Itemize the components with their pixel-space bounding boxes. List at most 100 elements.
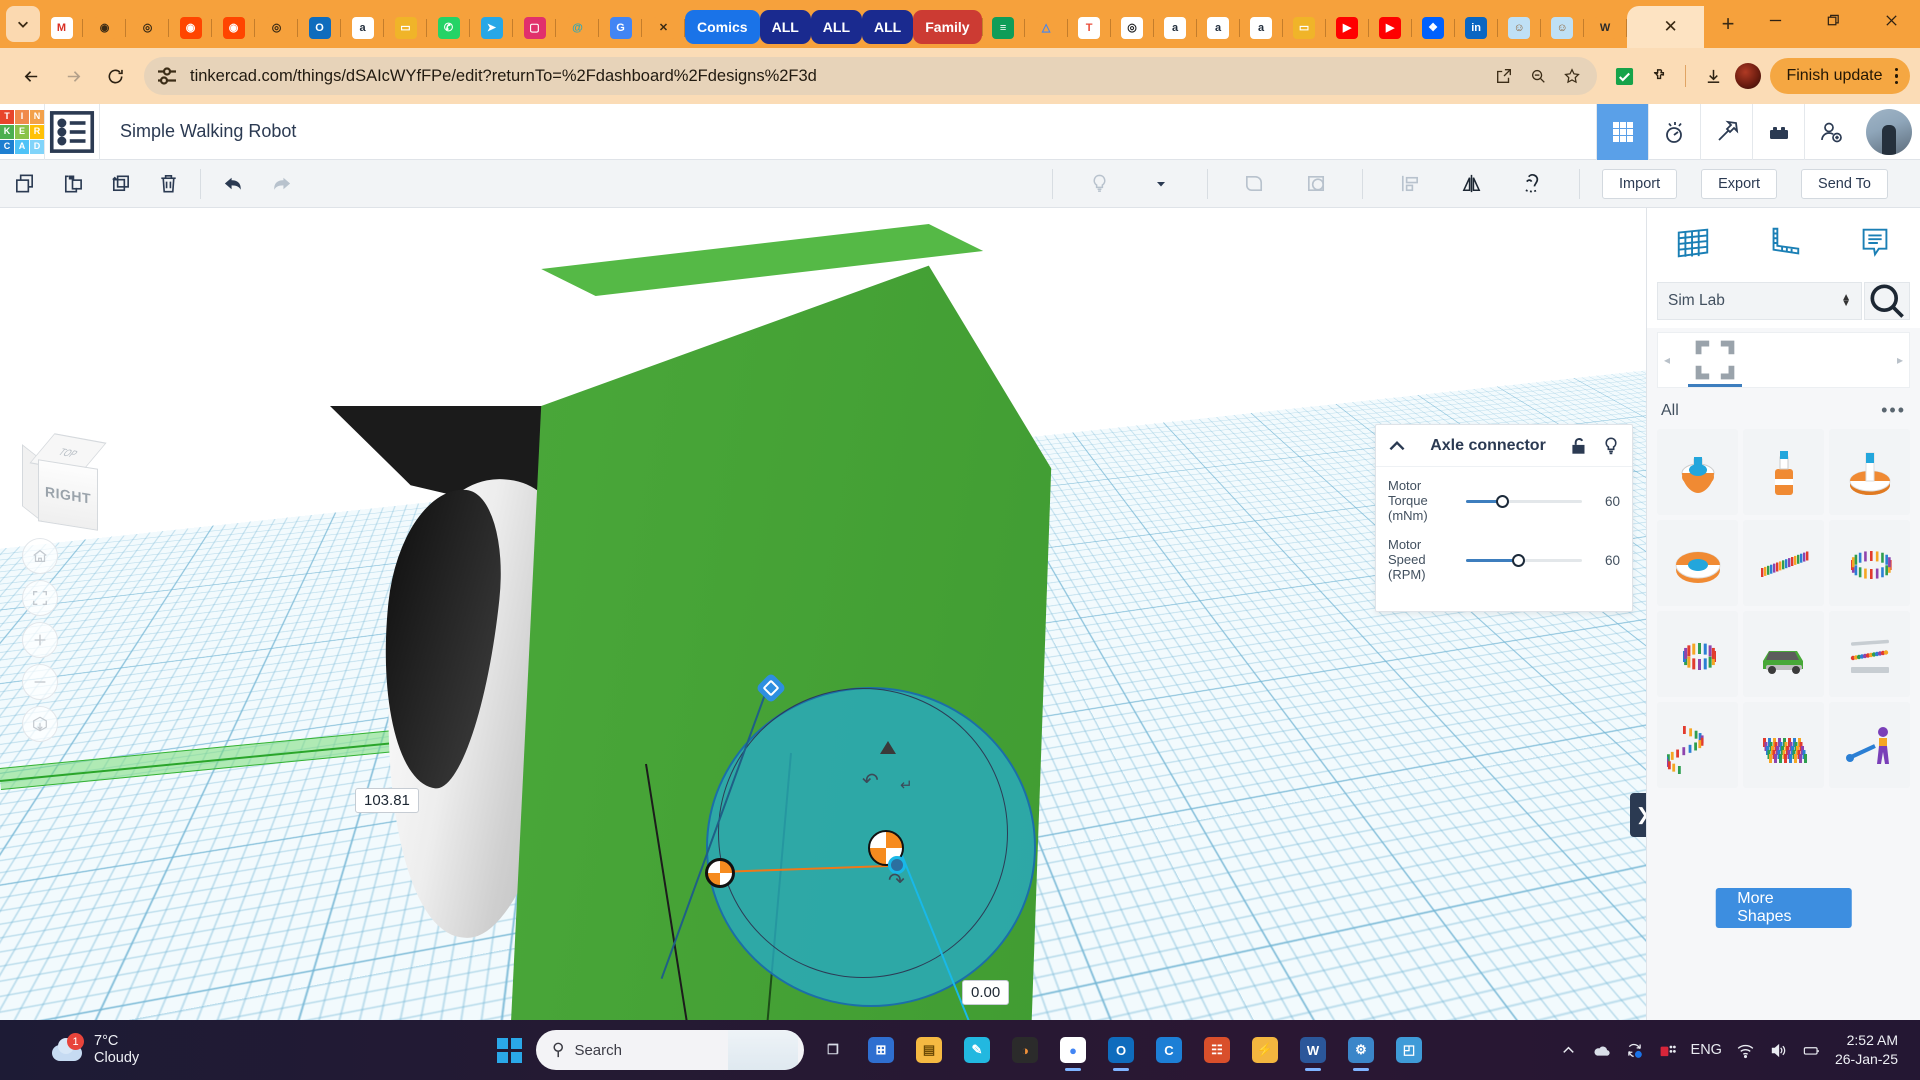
undo-button[interactable] — [209, 160, 257, 208]
mirror-button[interactable] — [1447, 160, 1495, 208]
tab-note[interactable]: ▭ — [384, 8, 427, 48]
export-button[interactable]: Export — [1701, 169, 1777, 199]
taskbar-app-outlook[interactable]: O — [1098, 1027, 1144, 1073]
tab-youtube-2[interactable]: ▶ — [1369, 8, 1412, 48]
home-view-button[interactable] — [22, 538, 58, 574]
tab-chatgpt[interactable]: ◎ — [1111, 8, 1154, 48]
height-handle-cone[interactable] — [880, 741, 896, 754]
dimension-label-x[interactable]: 103.81 — [355, 788, 419, 813]
user-avatar[interactable] — [1866, 109, 1912, 155]
notification-app-icon[interactable] — [1658, 1041, 1677, 1060]
tinkercad-logo[interactable]: TINKERCAD — [0, 104, 44, 160]
window-maximize-button[interactable] — [1804, 0, 1862, 40]
unlocked-icon[interactable] — [1568, 435, 1590, 457]
shapes-tab-ruler[interactable] — [1753, 217, 1815, 269]
orange-drag-handle[interactable] — [705, 858, 735, 888]
window-close-button[interactable] — [1862, 0, 1920, 40]
fit-to-view-button[interactable] — [22, 580, 58, 616]
rotate-arrow-small-icon[interactable]: ↵ — [900, 776, 913, 794]
shape-cell-domino-s-curve[interactable] — [1657, 702, 1738, 788]
tab-telegram[interactable]: ➤ — [470, 8, 513, 48]
tab-amazon-4[interactable]: a — [1240, 8, 1283, 48]
ungroup-button[interactable] — [1292, 160, 1340, 208]
carousel-item-basic-shapes[interactable] — [1686, 333, 1744, 387]
more-shapes-button[interactable]: More Shapes — [1715, 888, 1852, 928]
battery-icon[interactable] — [1802, 1041, 1821, 1060]
tab-avatar-tab-1[interactable]: ☺ — [1498, 8, 1541, 48]
view-cube-front-face[interactable]: RIGHT — [38, 459, 98, 531]
shape-cell-spinning-top-blue[interactable] — [1657, 429, 1738, 515]
taskbar-app-copilot[interactable]: C — [1146, 1027, 1192, 1073]
shape-cell-ring-disc[interactable] — [1657, 520, 1738, 606]
property-value[interactable]: 60 — [1588, 553, 1620, 568]
shape-cell-domino-circle[interactable] — [1657, 611, 1738, 697]
site-settings-icon[interactable] — [152, 61, 182, 91]
shapes-tab-notes[interactable] — [1844, 217, 1906, 269]
browser-profile-avatar[interactable] — [1735, 63, 1761, 89]
perspective-toggle-button[interactable] — [22, 706, 58, 742]
new-tab-button[interactable]: + — [1710, 6, 1746, 42]
header-button-build[interactable] — [1700, 104, 1752, 160]
zoom-out-button[interactable] — [22, 664, 58, 700]
dimension-label-rotation[interactable]: 0.00 — [962, 980, 1009, 1005]
tab-amazon-2[interactable]: a — [1154, 8, 1197, 48]
panel-collapse-handle[interactable]: ❯ — [1630, 793, 1646, 837]
tab-x-close[interactable]: ✕ — [642, 8, 685, 48]
tab-sheets[interactable]: ≡ — [982, 8, 1025, 48]
back-button[interactable] — [10, 55, 52, 97]
tab-active-tinkercad[interactable]: ✕ — [1627, 6, 1704, 48]
extension-check-icon[interactable] — [1607, 59, 1641, 93]
header-button-simulation[interactable] — [1648, 104, 1700, 160]
shape-cell-green-car[interactable] — [1743, 611, 1824, 697]
carousel-next-arrow[interactable]: ▸ — [1891, 353, 1909, 367]
taskbar-clock[interactable]: 2:52 AM 26-Jan-25 — [1835, 1031, 1898, 1069]
taskbar-app-task-view[interactable]: ❐ — [810, 1027, 856, 1073]
magnet-button[interactable] — [1509, 160, 1557, 208]
taskbar-app-power-app[interactable]: ⚡ — [1242, 1027, 1288, 1073]
forward-button[interactable] — [52, 55, 94, 97]
header-button-invite[interactable] — [1804, 104, 1856, 160]
tab-amazon[interactable]: a — [341, 8, 384, 48]
tab-globe-2[interactable]: ◎ — [255, 8, 298, 48]
taskbar-app-blender[interactable]: ◑ — [1002, 1027, 1048, 1073]
address-bar[interactable]: tinkercad.com/things/dSAIcWYfFPe/edit?re… — [144, 57, 1597, 95]
slider-motor-speed[interactable] — [1460, 551, 1588, 569]
zoom-out-icon[interactable] — [1521, 59, 1555, 93]
tab-gmail[interactable]: M — [40, 8, 83, 48]
3d-viewport[interactable]: ↶ ↵ ↷ 103.81 0.00 TOP RIGHT Settings Sna… — [0, 208, 1646, 1020]
url-text[interactable]: tinkercad.com/things/dSAIcWYfFPe/edit?re… — [182, 67, 1487, 86]
redo-button[interactable] — [257, 160, 305, 208]
start-button[interactable] — [488, 1029, 530, 1071]
taskbar-app-file-explorer[interactable]: ▤ — [906, 1027, 952, 1073]
wifi-icon[interactable] — [1736, 1041, 1755, 1060]
send-to-button[interactable]: Send To — [1801, 169, 1888, 199]
tab-allcomics-1[interactable]: ALL — [760, 10, 811, 44]
shapes-search-button[interactable] — [1864, 282, 1910, 320]
bulb-icon[interactable] — [1600, 435, 1622, 457]
extensions-puzzle-icon[interactable] — [1643, 59, 1677, 93]
header-button-workplane-grid[interactable] — [1596, 104, 1648, 160]
taskbar-app-settings[interactable]: ⚙ — [1338, 1027, 1384, 1073]
shape-cell-domino-oval[interactable] — [1829, 520, 1910, 606]
shape-cell-domino-field[interactable] — [1743, 702, 1824, 788]
shape-cell-peg-on-disc[interactable] — [1829, 429, 1910, 515]
volume-icon[interactable] — [1769, 1041, 1788, 1060]
rotate-arrow-up-left-icon[interactable]: ↶ — [862, 768, 879, 793]
tab-reddit-2[interactable]: ◉ — [212, 8, 255, 48]
copy-button[interactable] — [0, 160, 48, 208]
tab-allcomics-2[interactable]: ALL — [811, 10, 862, 44]
show-hidden-icons-button[interactable] — [1559, 1041, 1578, 1060]
light-dropdown-chevron-down-icon[interactable] — [1137, 160, 1185, 208]
taskbar-app-word[interactable]: W — [1290, 1027, 1336, 1073]
close-icon[interactable]: ✕ — [1663, 17, 1677, 37]
tab-outlook[interactable]: O — [298, 8, 341, 48]
tab-google-translate[interactable]: G — [599, 8, 642, 48]
light-bulb-button[interactable] — [1075, 160, 1123, 208]
tab-reddit[interactable]: ◉ — [169, 8, 212, 48]
tab-globe[interactable]: ◎ — [126, 8, 169, 48]
slider-motor-torque[interactable] — [1460, 492, 1588, 510]
tab-tinkercad[interactable]: T — [1068, 8, 1111, 48]
shapes-tab-workplane[interactable] — [1662, 217, 1724, 269]
tab-note-2[interactable]: ▭ — [1283, 8, 1326, 48]
import-button[interactable]: Import — [1602, 169, 1677, 199]
